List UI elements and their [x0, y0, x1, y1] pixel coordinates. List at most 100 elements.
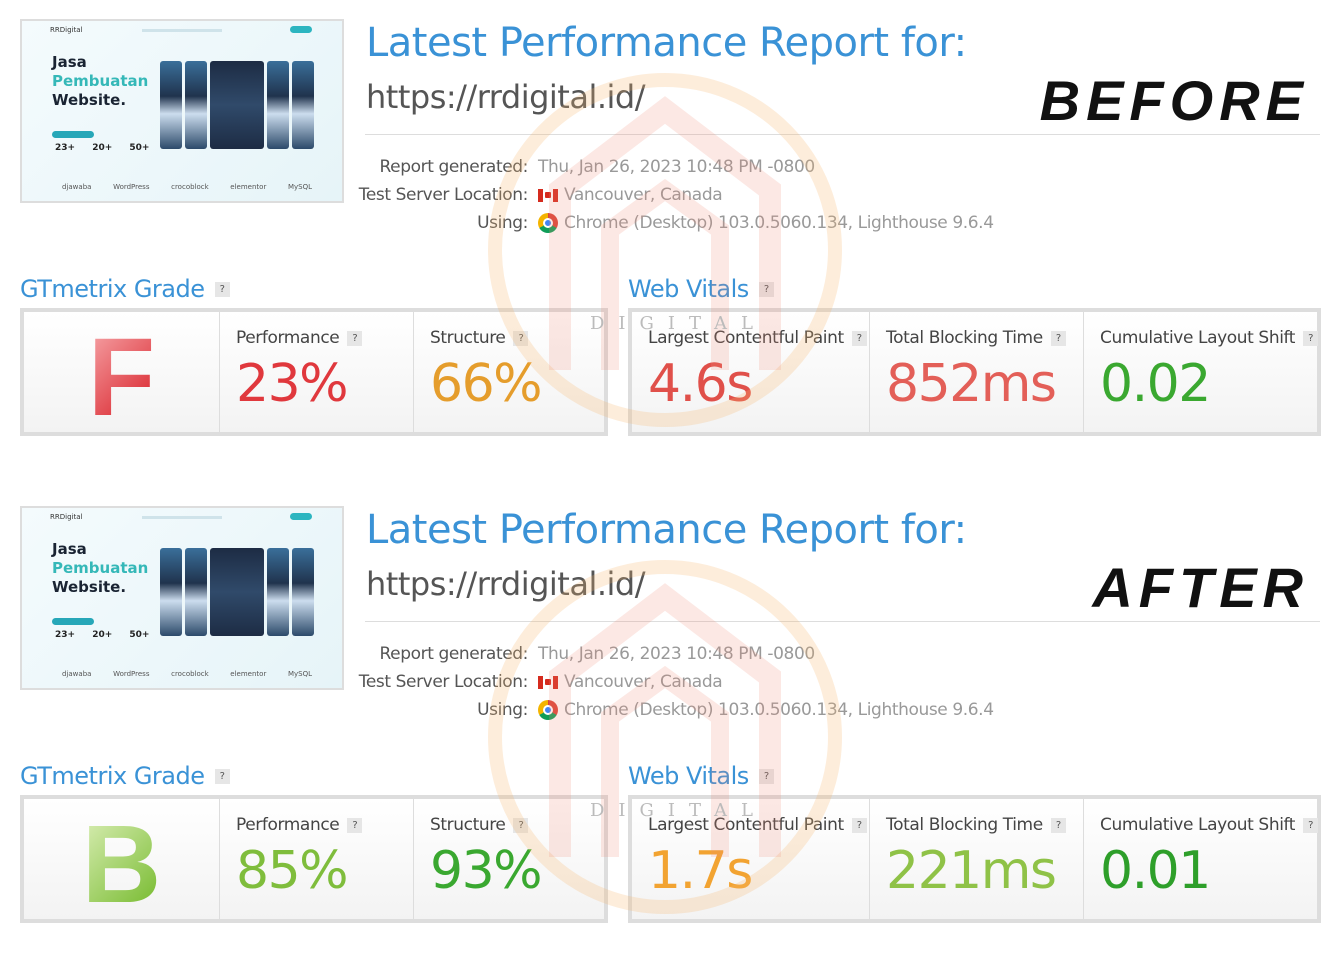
thumbnail-brands: djawaba WordPress crocoblock elementor M…	[62, 183, 312, 191]
thumbnail-logo: RRDigital	[50, 513, 83, 521]
help-icon[interactable]: ?	[758, 281, 774, 297]
lcp-value: 1.7s	[648, 841, 753, 901]
help-icon[interactable]: ?	[851, 817, 867, 833]
location-row: Test Server Location: Vancouver, Canada	[300, 185, 723, 205]
label: Using:	[477, 700, 528, 720]
section-title: GTmetrix Grade	[20, 275, 205, 303]
structure-cell: Structure? 66%	[414, 312, 604, 432]
tbt-cell: Total Blocking Time? 221ms	[870, 799, 1084, 919]
help-icon[interactable]: ?	[513, 330, 529, 346]
thumbnail-logo: RRDigital	[50, 26, 83, 34]
comparison-label: BEFORE	[1039, 69, 1309, 132]
report-title: Latest Performance Report for:	[366, 20, 967, 66]
thumbnail-cta	[290, 513, 312, 520]
thumbnail-heading: Jasa	[52, 540, 87, 558]
location-value: Vancouver, Canada	[564, 672, 723, 692]
thumbnail-heading: Pembuatan	[52, 72, 149, 90]
thumbnail-button	[52, 131, 94, 138]
report-generated-row: Report generated: Thu, Jan 26, 2023 10:4…	[300, 644, 816, 664]
grade-cell: B	[24, 799, 220, 926]
using-row: Using: Chrome (Desktop) 103.0.5060.134, …	[300, 700, 994, 720]
thumbnail-brands: djawaba WordPress crocoblock elementor M…	[62, 670, 312, 678]
help-icon[interactable]: ?	[214, 281, 230, 297]
grade-letter: B	[24, 801, 219, 928]
brand: WordPress	[113, 183, 150, 191]
location-row: Test Server Location: Vancouver, Canada	[300, 672, 723, 692]
grade-cell: F	[24, 312, 220, 439]
using-value: Chrome (Desktop) 103.0.5060.134, Lightho…	[564, 700, 994, 720]
report-generated-row: Report generated: Thu, Jan 26, 2023 10:4…	[300, 157, 816, 177]
structure-label: Structure	[430, 815, 506, 835]
performance-value: 23%	[236, 354, 349, 414]
lcp-value: 4.6s	[648, 354, 753, 414]
performance-value: 85%	[236, 841, 349, 901]
report-url[interactable]: https://rrdigital.id/	[366, 78, 646, 116]
report-url[interactable]: https://rrdigital.id/	[366, 565, 646, 603]
thumbnail-stats: 23+ 20+ 50+	[55, 630, 150, 640]
cls-label: Cumulative Layout Shift	[1100, 328, 1296, 348]
performance-label: Performance	[236, 328, 340, 348]
help-icon[interactable]: ?	[1303, 817, 1319, 833]
thumbnail-showcase	[160, 61, 314, 149]
help-icon[interactable]: ?	[851, 330, 867, 346]
comparison-label: AFTER	[1092, 556, 1309, 619]
structure-value: 93%	[430, 841, 543, 901]
cls-value: 0.02	[1100, 354, 1211, 414]
report-title: Latest Performance Report for:	[366, 507, 967, 553]
brand: elementor	[230, 183, 267, 191]
cls-cell: Cumulative Layout Shift? 0.01	[1084, 799, 1319, 919]
brand: crocoblock	[171, 183, 209, 191]
report-generated-value: Thu, Jan 26, 2023 10:48 PM -0800	[538, 644, 815, 664]
web-vitals-heading: Web Vitals?	[628, 762, 774, 790]
thumbnail-heading: Pembuatan	[52, 559, 149, 577]
gtmetrix-grade-heading: GTmetrix Grade?	[20, 762, 230, 790]
help-icon[interactable]: ?	[347, 817, 363, 833]
canada-flag-icon	[538, 188, 558, 202]
performance-report: RRDigital Jasa Pembuatan Website. 23+ 20…	[0, 487, 1339, 974]
tbt-value: 852ms	[886, 354, 1057, 414]
thumbnail-heading: Website.	[52, 91, 127, 109]
using-row: Using: Chrome (Desktop) 103.0.5060.134, …	[300, 213, 994, 233]
chrome-icon	[538, 700, 558, 720]
help-icon[interactable]: ?	[1303, 330, 1319, 346]
watermark-text: DIGITAL	[590, 313, 768, 334]
section-title: Web Vitals	[628, 762, 749, 790]
chrome-icon	[538, 213, 558, 233]
divider	[365, 621, 1320, 622]
cls-value: 0.01	[1100, 841, 1211, 901]
report-generated-value: Thu, Jan 26, 2023 10:48 PM -0800	[538, 157, 815, 177]
divider	[365, 134, 1320, 135]
help-icon[interactable]: ?	[513, 817, 529, 833]
canada-flag-icon	[538, 675, 558, 689]
tbt-label: Total Blocking Time	[886, 815, 1043, 835]
web-vitals-heading: Web Vitals?	[628, 275, 774, 303]
watermark-text: DIGITAL	[590, 800, 768, 821]
performance-cell: Performance? 23%	[220, 312, 414, 432]
tbt-cell: Total Blocking Time? 852ms	[870, 312, 1084, 432]
performance-label: Performance	[236, 815, 340, 835]
using-value: Chrome (Desktop) 103.0.5060.134, Lightho…	[564, 213, 994, 233]
help-icon[interactable]: ?	[214, 768, 230, 784]
brand: WordPress	[113, 670, 150, 678]
cls-label: Cumulative Layout Shift	[1100, 815, 1296, 835]
thumbnail-cta	[290, 26, 312, 33]
thumbnail-showcase	[160, 548, 314, 636]
brand: crocoblock	[171, 670, 209, 678]
section-title: Web Vitals	[628, 275, 749, 303]
tbt-value: 221ms	[886, 841, 1057, 901]
label: Using:	[477, 213, 528, 233]
help-icon[interactable]: ?	[1050, 817, 1066, 833]
grade-letter: F	[24, 314, 219, 441]
gtmetrix-grade-panel: F Performance? 23% Structure? 66%	[20, 308, 608, 439]
help-icon[interactable]: ?	[758, 768, 774, 784]
thumbnail-button	[52, 618, 94, 625]
help-icon[interactable]: ?	[1050, 330, 1066, 346]
structure-label: Structure	[430, 328, 506, 348]
website-screenshot-thumbnail: RRDigital Jasa Pembuatan Website. 23+ 20…	[20, 506, 344, 690]
section-title: GTmetrix Grade	[20, 762, 205, 790]
brand: djawaba	[62, 670, 92, 678]
website-screenshot-thumbnail: RRDigital Jasa Pembuatan Website. 23+ 20…	[20, 19, 344, 203]
help-icon[interactable]: ?	[347, 330, 363, 346]
brand: elementor	[230, 670, 267, 678]
label: Test Server Location:	[358, 185, 529, 205]
